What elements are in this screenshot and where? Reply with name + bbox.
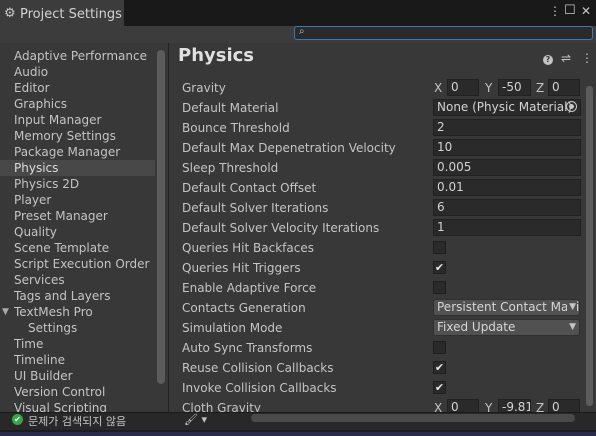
gravity-x-field[interactable]: 0: [447, 79, 479, 96]
sidebar-scrollbar[interactable]: [157, 50, 165, 384]
queries-hit-triggers-label: Queries Hit Triggers: [182, 261, 301, 275]
search-icon: ⌕: [299, 26, 305, 37]
sidebar-item[interactable]: Scene Template: [14, 240, 109, 256]
queries-hit-triggers-checkbox[interactable]: ✔: [433, 261, 446, 274]
horizontal-scrollbar[interactable]: [251, 414, 575, 422]
contact-offset-label: Default Contact Offset: [182, 181, 317, 195]
bounce-threshold-label: Bounce Threshold: [182, 121, 290, 135]
invoke-collision-callbacks-checkbox[interactable]: ✔: [433, 381, 446, 394]
max-depenetration-label: Default Max Depenetration Velocity: [182, 141, 396, 155]
solver-iterations-label: Default Solver Iterations: [182, 201, 329, 215]
brush-icon[interactable]: 🖌 ▾: [184, 413, 207, 426]
gravity-z-field[interactable]: 0: [548, 79, 580, 96]
sidebar-item[interactable]: Package Manager: [14, 144, 120, 160]
reuse-collision-callbacks-label: Reuse Collision Callbacks: [182, 361, 334, 375]
chevron-down-icon: ▼: [567, 300, 576, 315]
sidebar-item[interactable]: Memory Settings: [14, 128, 116, 144]
tab-title: Project Settings: [20, 7, 122, 22]
enable-adaptive-force-checkbox[interactable]: [433, 281, 446, 294]
bottom-accent: [0, 432, 596, 436]
default-material-field[interactable]: None (Physic Material): [433, 99, 581, 116]
contacts-generation-label: Contacts Generation: [182, 301, 306, 315]
tab-project-settings[interactable]: ⚙ Project Settings: [0, 0, 124, 26]
solver-velocity-iterations-field[interactable]: 1: [433, 219, 581, 236]
expand-arrow-icon[interactable]: ▼: [2, 307, 9, 317]
sidebar-item[interactable]: TextMesh Pro: [14, 304, 93, 320]
sidebar-item[interactable]: Version Control: [14, 384, 105, 400]
sidebar-item[interactable]: Time: [14, 336, 43, 352]
gravity-y-field[interactable]: -50: [498, 79, 531, 96]
sidebar-item[interactable]: Editor: [14, 80, 50, 96]
enable-adaptive-force-label: Enable Adaptive Force: [182, 281, 317, 295]
auto-sync-transforms-label: Auto Sync Transforms: [182, 341, 313, 355]
sidebar-item[interactable]: Physics 2D: [14, 176, 79, 192]
status-message: 문제가 검색되지 않음: [28, 415, 127, 428]
queries-hit-backfaces-label: Queries Hit Backfaces: [182, 241, 314, 255]
sidebar-item[interactable]: Graphics: [14, 96, 67, 112]
maximize-icon[interactable]: ☐: [564, 3, 576, 18]
page-title: Physics: [178, 45, 255, 66]
sidebar-item[interactable]: Audio: [14, 64, 48, 80]
max-depenetration-field[interactable]: 10: [433, 139, 581, 156]
preset-icon[interactable]: ⇌: [561, 51, 571, 65]
status-ok-icon: ✔: [12, 414, 23, 425]
sidebar-item[interactable]: Physics: [0, 160, 155, 176]
sidebar-item[interactable]: Adaptive Performance: [14, 48, 147, 64]
queries-hit-backfaces-checkbox[interactable]: [433, 241, 446, 254]
checkmark-icon: ✔: [434, 381, 445, 394]
gravity-y-label: Y: [485, 81, 493, 95]
checkmark-icon: ✔: [434, 361, 445, 374]
help-glyph: ?: [543, 55, 553, 65]
sidebar-item[interactable]: Settings: [28, 320, 77, 336]
simulation-mode-value: Fixed Update: [437, 320, 516, 334]
sleep-threshold-field[interactable]: 0.005: [433, 159, 581, 176]
sidebar-item[interactable]: Tags and Layers: [14, 288, 110, 304]
content-scrollbar[interactable]: [586, 86, 593, 406]
gravity-label: Gravity: [182, 81, 226, 95]
sidebar-item[interactable]: UI Builder: [14, 368, 73, 384]
simulation-mode-label: Simulation Mode: [182, 321, 283, 335]
simulation-mode-dropdown[interactable]: Fixed Update ▼: [433, 319, 580, 336]
default-material-label: Default Material: [182, 101, 279, 115]
gravity-z-label: Z: [536, 81, 545, 95]
object-picker-icon[interactable]: [566, 101, 577, 112]
sidebar-item[interactable]: Script Execution Order: [14, 256, 149, 272]
contacts-generation-value: Persistent Contact Manifold: [437, 300, 580, 314]
sidebar-item[interactable]: Preset Manager: [14, 208, 108, 224]
gravity-x-label: X: [434, 81, 443, 95]
sidebar-item[interactable]: Input Manager: [14, 112, 102, 128]
settings-menu-icon[interactable]: ⋮: [581, 51, 593, 65]
reuse-collision-callbacks-checkbox[interactable]: ✔: [433, 361, 446, 374]
close-icon[interactable]: ✕: [581, 4, 591, 18]
solver-iterations-field[interactable]: 6: [433, 199, 581, 216]
gear-icon: ⚙: [4, 6, 16, 21]
contact-offset-field[interactable]: 0.01: [433, 179, 581, 196]
contacts-generation-dropdown[interactable]: Persistent Contact Manifold ▼: [433, 299, 580, 316]
help-icon[interactable]: ?: [543, 51, 553, 65]
sleep-threshold-label: Sleep Threshold: [182, 161, 279, 175]
sidebar-item[interactable]: Timeline: [14, 352, 65, 368]
window-menu-icon[interactable]: ⋮: [549, 4, 561, 18]
search-input[interactable]: ⌕: [294, 26, 593, 40]
auto-sync-transforms-checkbox[interactable]: [433, 341, 446, 354]
invoke-collision-callbacks-label: Invoke Collision Callbacks: [182, 381, 337, 395]
solver-velocity-iterations-label: Default Solver Velocity Iterations: [182, 221, 380, 235]
bounce-threshold-field[interactable]: 2: [433, 119, 581, 136]
checkmark-icon: ✔: [434, 261, 445, 274]
default-material-value: None (Physic Material): [437, 100, 573, 114]
sidebar-item[interactable]: Quality: [14, 224, 57, 240]
sidebar-item[interactable]: Player: [14, 192, 51, 208]
chevron-down-icon: ▼: [567, 320, 576, 335]
sidebar-item[interactable]: Services: [14, 272, 65, 288]
